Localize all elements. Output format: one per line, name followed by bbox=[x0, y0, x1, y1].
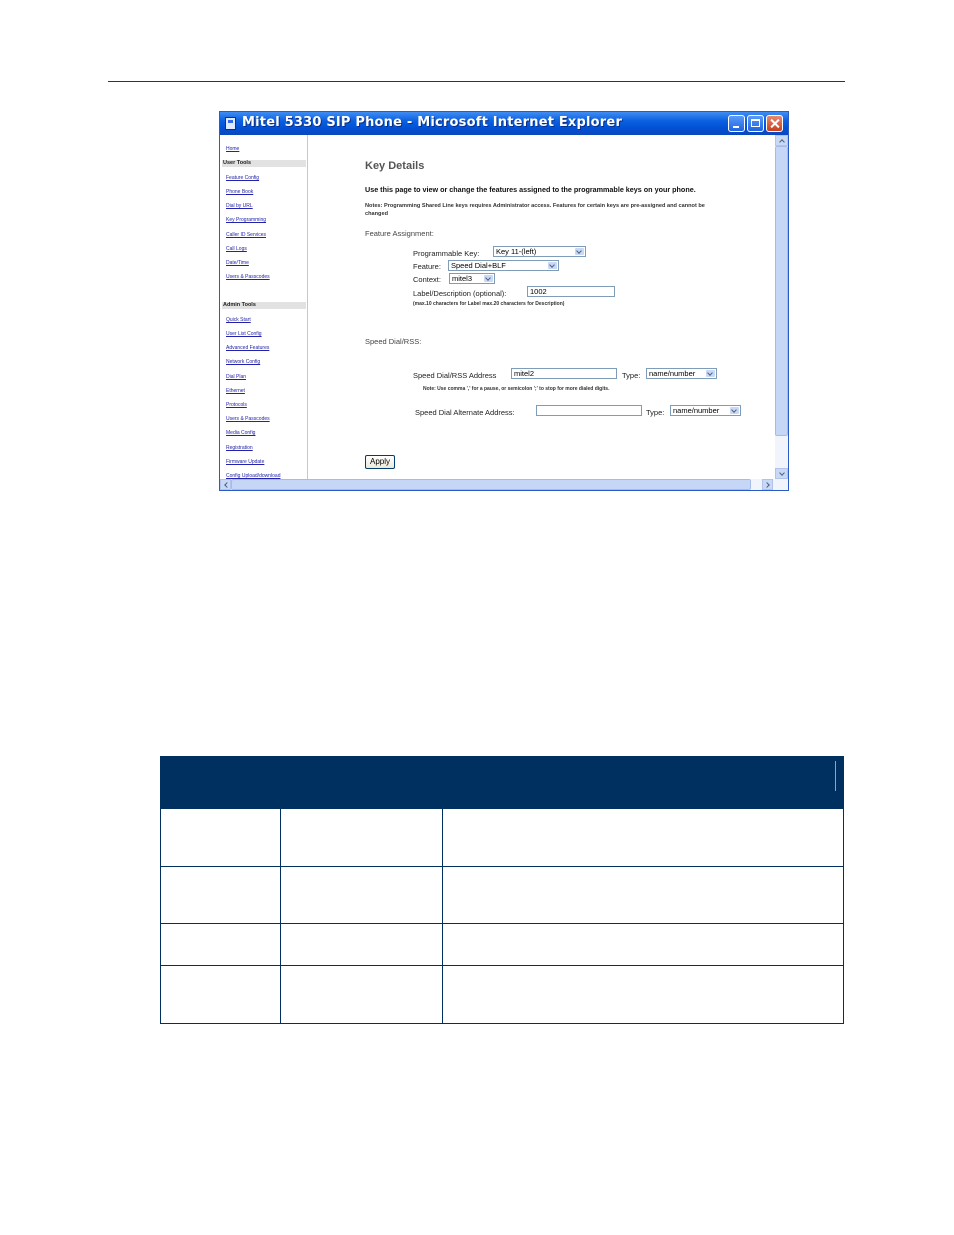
sidebar-link-feature-config[interactable]: Feature Config bbox=[226, 175, 259, 181]
programmable-key-value: Key 11-(left) bbox=[496, 247, 537, 256]
table-cell bbox=[280, 923, 443, 966]
ie-browser-window: Mitel 5330 SIP Phone - Microsoft Interne… bbox=[220, 112, 788, 490]
table-cell bbox=[442, 808, 844, 867]
feature-select[interactable]: Speed Dial+BLF bbox=[448, 260, 559, 271]
notes-line-1: Notes: Programming Shared Line keys requ… bbox=[365, 203, 705, 209]
feature-assignment-heading: Feature Assignment: bbox=[365, 229, 434, 238]
sidebar-link-key-programming[interactable]: Key Programming bbox=[226, 217, 266, 223]
maximize-button[interactable] bbox=[747, 115, 764, 132]
table-cell bbox=[160, 965, 281, 1024]
table-row bbox=[160, 965, 844, 1024]
table-header-cell bbox=[160, 756, 844, 809]
alternate-address-label: Speed Dial Alternate Address: bbox=[415, 408, 515, 417]
vertical-scroll-thumb[interactable] bbox=[775, 146, 788, 436]
sidebar-link-quick-start[interactable]: Quick Start bbox=[226, 317, 251, 323]
apply-button[interactable]: Apply bbox=[365, 455, 395, 469]
sidebar-link-protocols[interactable]: Protocols bbox=[226, 402, 247, 408]
sidebar-link-ethernet[interactable]: Ethernet bbox=[226, 388, 245, 394]
vertical-scrollbar[interactable] bbox=[775, 135, 788, 479]
sidebar-heading-user-tools: User Tools bbox=[222, 160, 306, 167]
speed-dial-address-label: Speed Dial/RSS Address bbox=[413, 371, 497, 380]
page-header-rule bbox=[108, 81, 845, 82]
label-description-input[interactable]: 1002 bbox=[527, 286, 615, 297]
document-table bbox=[160, 756, 844, 1024]
sidebar-link-network-config[interactable]: Network Config bbox=[226, 359, 260, 365]
alt-type-label: Type: bbox=[646, 408, 665, 417]
sidebar-link-users-passcodes[interactable]: Users & Passcodes bbox=[226, 274, 270, 280]
sidebar-link-dial-by-url[interactable]: Dial by URL bbox=[226, 203, 253, 209]
table-cell bbox=[280, 808, 443, 867]
speed-dial-note: Note: Use comma ',' for a pause, or semi… bbox=[423, 386, 610, 392]
sidebar-link-media-config[interactable]: Media Config bbox=[226, 430, 255, 436]
speed-dial-address-input[interactable]: mitel2 bbox=[511, 368, 617, 379]
sidebar-link-date-time[interactable]: Date/Time bbox=[226, 260, 249, 266]
chevron-down-icon bbox=[548, 262, 557, 269]
table-row bbox=[160, 923, 844, 966]
sidebar-link-caller-id-services[interactable]: Caller ID Services bbox=[226, 232, 266, 238]
table-header-row bbox=[160, 756, 844, 809]
sidebar-link-admin-users-passcodes[interactable]: Users & Passcodes bbox=[226, 416, 270, 422]
sidebar-heading-admin-tools: Admin Tools bbox=[222, 302, 306, 309]
close-button[interactable] bbox=[766, 115, 783, 132]
sidebar-link-call-logs[interactable]: Call Logs bbox=[226, 246, 247, 252]
chevron-down-icon bbox=[730, 407, 739, 414]
alt-type-value: name/number bbox=[673, 406, 720, 415]
chevron-down-icon bbox=[575, 248, 584, 255]
window-title-bar[interactable]: Mitel 5330 SIP Phone - Microsoft Interne… bbox=[220, 112, 788, 135]
minimize-button[interactable] bbox=[728, 115, 745, 132]
programmable-key-label: Programmable Key: bbox=[413, 249, 480, 258]
sidebar-link-home[interactable]: Home bbox=[226, 146, 239, 152]
scroll-down-arrow-icon[interactable] bbox=[775, 468, 788, 479]
intro-text: Use this page to view or change the feat… bbox=[365, 185, 696, 194]
context-value: mitel3 bbox=[452, 274, 473, 283]
sidebar-link-dial-plan[interactable]: Dial Plan bbox=[226, 374, 246, 380]
notes-text: Notes: Programming Shared Line keys requ… bbox=[365, 202, 775, 218]
notes-line-2: changed bbox=[365, 211, 389, 217]
type-label: Type: bbox=[622, 371, 641, 380]
table-row bbox=[160, 808, 844, 867]
chevron-down-icon bbox=[706, 370, 715, 377]
table-cell bbox=[280, 866, 443, 924]
scroll-up-arrow-icon[interactable] bbox=[775, 135, 788, 146]
table-cell bbox=[160, 866, 281, 924]
horizontal-scrollbar[interactable] bbox=[220, 479, 788, 490]
table-cell bbox=[160, 808, 281, 867]
alt-type-select[interactable]: name/number bbox=[670, 405, 741, 416]
header-divider bbox=[835, 760, 836, 791]
sidebar-nav: Home User Tools Feature Config Phone Boo… bbox=[220, 135, 308, 479]
feature-label: Feature: bbox=[413, 262, 441, 271]
sidebar-link-firmware-update[interactable]: Firmware Update bbox=[226, 459, 264, 465]
type-select[interactable]: name/number bbox=[646, 368, 717, 379]
table-cell bbox=[280, 965, 443, 1024]
label-description-note: (max.10 characters for Label max.20 char… bbox=[413, 301, 565, 307]
horizontal-scroll-thumb[interactable] bbox=[231, 479, 751, 490]
feature-value: Speed Dial+BLF bbox=[451, 261, 506, 270]
scroll-left-arrow-icon[interactable] bbox=[220, 479, 231, 490]
ie-window-icon bbox=[225, 117, 236, 130]
scroll-right-arrow-icon[interactable] bbox=[762, 479, 773, 490]
label-description-label: Label/Description (optional): bbox=[413, 289, 507, 298]
sidebar-link-advanced-features[interactable]: Advanced Features bbox=[226, 345, 269, 351]
chevron-down-icon bbox=[484, 275, 493, 282]
table-cell bbox=[442, 923, 844, 966]
sidebar-link-user-list-config[interactable]: User List Config bbox=[226, 331, 262, 337]
page-title: Key Details bbox=[365, 160, 425, 172]
window-title: Mitel 5330 SIP Phone - Microsoft Interne… bbox=[242, 115, 623, 130]
context-label: Context: bbox=[413, 275, 441, 284]
table-cell bbox=[442, 866, 844, 924]
alternate-address-input[interactable] bbox=[536, 405, 642, 416]
key-details-content: Key Details Use this page to view or cha… bbox=[308, 135, 775, 479]
type-value: name/number bbox=[649, 369, 696, 378]
table-cell bbox=[160, 923, 281, 966]
table-cell bbox=[442, 965, 844, 1024]
sidebar-link-phone-book[interactable]: Phone Book bbox=[226, 189, 253, 195]
context-select[interactable]: mitel3 bbox=[449, 273, 495, 284]
speed-dial-rss-heading: Speed Dial/RSS: bbox=[365, 337, 422, 346]
sidebar-link-registration[interactable]: Registration bbox=[226, 445, 253, 451]
programmable-key-select[interactable]: Key 11-(left) bbox=[493, 246, 586, 257]
table-row bbox=[160, 866, 844, 924]
